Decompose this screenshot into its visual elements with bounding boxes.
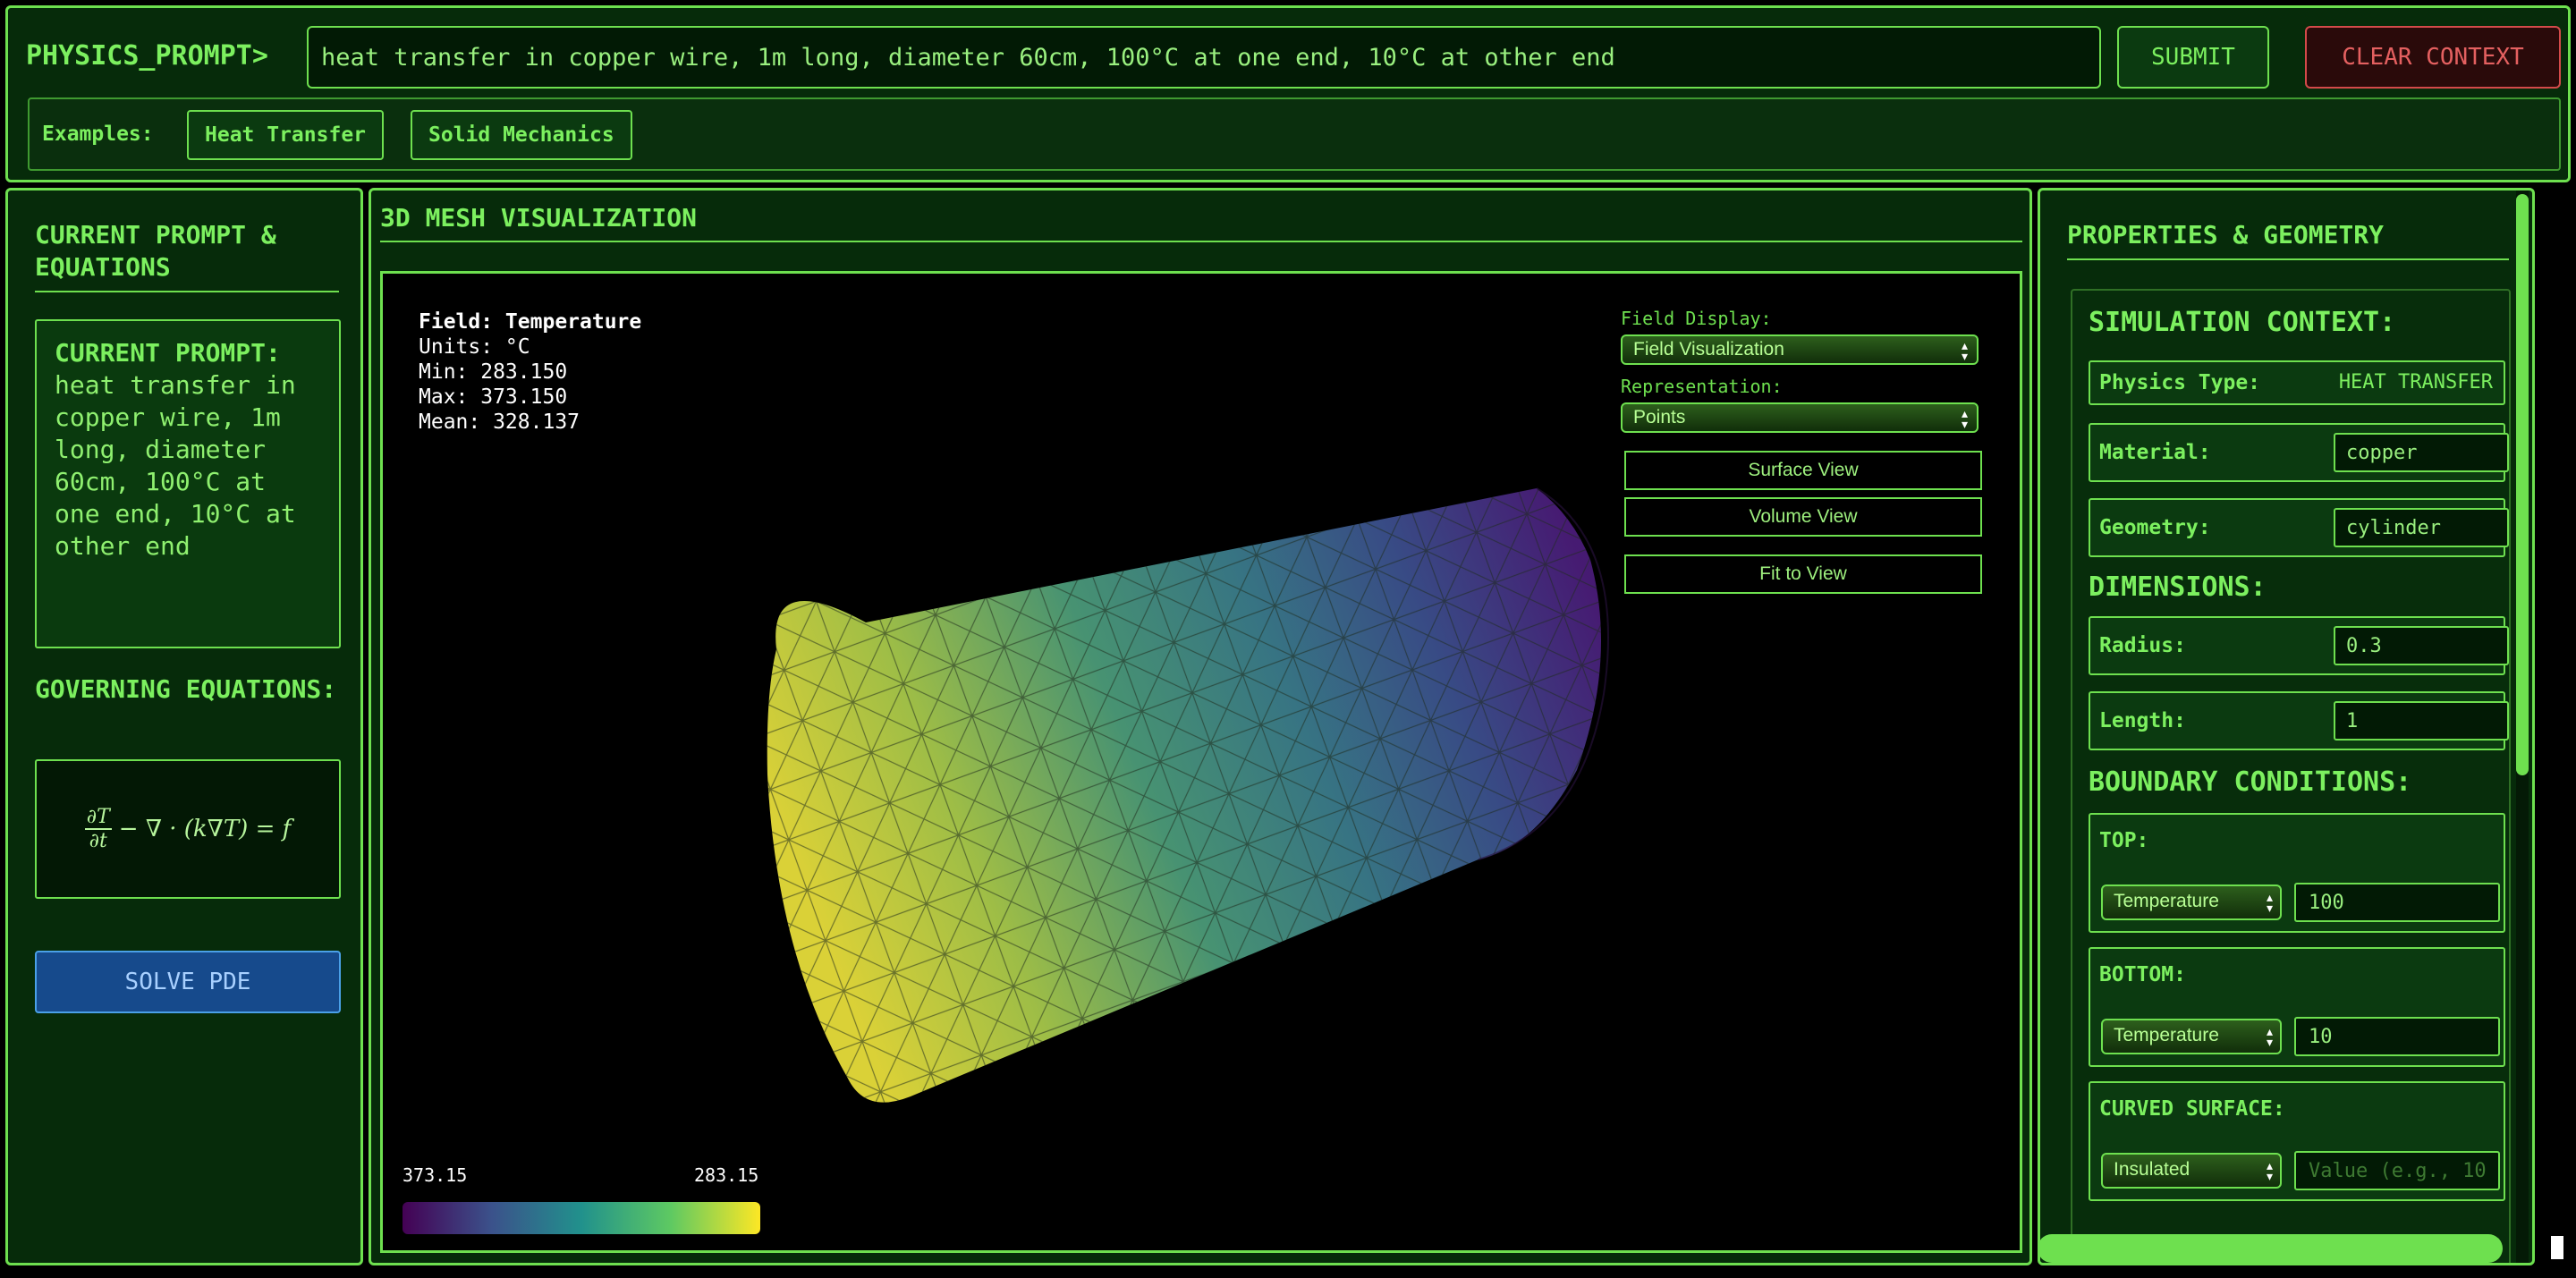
bc-bottom-box: BOTTOM: Temperature ▴ ▾ xyxy=(2089,947,2505,1067)
example-heat-transfer-button[interactable]: Heat Transfer xyxy=(187,110,385,160)
simulation-context-box: SIMULATION CONTEXT: Physics Type: HEAT T… xyxy=(2071,289,2511,1263)
select-arrows-icon: ▴ ▾ xyxy=(1961,338,1968,363)
physics-type-row: Physics Type: HEAT TRANSFER xyxy=(2089,360,2505,405)
bc-top-box: TOP: Temperature ▴ ▾ xyxy=(2089,813,2505,933)
boundary-conditions-heading: BOUNDARY CONDITIONS: xyxy=(2089,766,2412,798)
length-row: Length: xyxy=(2089,691,2509,750)
submit-button[interactable]: SUBMIT xyxy=(2117,26,2269,89)
divider xyxy=(380,241,2022,242)
radius-label: Radius: xyxy=(2099,634,2186,657)
simulation-context-heading: SIMULATION CONTEXT: xyxy=(2089,307,2396,338)
current-prompt-text: heat transfer in copper wire, 1m long, d… xyxy=(55,370,296,561)
solve-pde-button[interactable]: SOLVE PDE xyxy=(35,951,341,1013)
field-max: Max: 373.150 xyxy=(419,385,568,409)
divider xyxy=(2067,258,2509,260)
bc-top-type-select[interactable]: Temperature ▴ ▾ xyxy=(2101,884,2282,920)
radius-input[interactable] xyxy=(2334,626,2509,665)
geometry-row: Geometry: xyxy=(2089,498,2509,557)
select-arrows-icon: ▴ ▾ xyxy=(2266,890,2273,915)
material-input[interactable] xyxy=(2334,433,2509,472)
bc-bottom-value-input[interactable] xyxy=(2294,1017,2500,1056)
bc-curved-type-value: Insulated xyxy=(2114,1159,2190,1180)
field-min: Min: 283.150 xyxy=(419,360,568,384)
material-row: Material: xyxy=(2089,423,2509,482)
top-bar: PHYSICS_PROMPT> SUBMIT CLEAR CONTEXT Exa… xyxy=(5,5,2571,182)
bc-top-label: TOP: xyxy=(2099,829,2149,852)
horizontal-scrollbar-thumb[interactable] xyxy=(2038,1234,2503,1263)
bc-top-value-input[interactable] xyxy=(2294,883,2500,922)
equation-rest: − ∇ · (k∇T) = f xyxy=(118,816,292,842)
right-panel-title: PROPERTIES & GEOMETRY xyxy=(2067,220,2385,250)
field-info: Field: Temperature Units: °C Min: 283.15… xyxy=(419,309,641,435)
surface-view-button[interactable]: Surface View xyxy=(1624,451,1982,490)
physics-type-label: Physics Type: xyxy=(2099,371,2261,394)
examples-bar: Examples: Heat Transfer Solid Mechanics xyxy=(28,97,2561,171)
example-solid-mechanics-button[interactable]: Solid Mechanics xyxy=(411,110,632,160)
current-prompt-box: CURRENT PROMPT: heat transfer in copper … xyxy=(35,319,341,648)
examples-label: Examples: xyxy=(42,123,154,146)
bc-curved-value-input[interactable] xyxy=(2294,1151,2500,1190)
material-label: Material: xyxy=(2099,441,2211,464)
representation-label: Representation: xyxy=(1621,376,1783,397)
equation-fraction: ∂T ∂t xyxy=(84,806,112,852)
bc-bottom-label: BOTTOM: xyxy=(2099,963,2186,986)
horizontal-scrollbar-end[interactable] xyxy=(2551,1236,2563,1259)
equation-box: ∂T ∂t − ∇ · (k∇T) = f xyxy=(35,759,341,899)
current-prompt-label: CURRENT PROMPT: xyxy=(55,338,281,368)
clear-context-button[interactable]: CLEAR CONTEXT xyxy=(2305,26,2561,89)
prompt-label: PHYSICS_PROMPT> xyxy=(26,40,268,72)
field-units: Units: °C xyxy=(419,335,530,359)
bc-bottom-type-value: Temperature xyxy=(2114,1025,2219,1045)
dimensions-heading: DIMENSIONS: xyxy=(2089,571,2267,603)
field-name: Field: Temperature xyxy=(419,310,642,334)
equation-numerator: ∂T xyxy=(84,806,112,830)
right-panel: PROPERTIES & GEOMETRY SIMULATION CONTEXT… xyxy=(2038,188,2535,1265)
field-display-label: Field Display: xyxy=(1621,308,1772,329)
prompt-input[interactable] xyxy=(307,26,2101,89)
select-arrows-icon: ▴ ▾ xyxy=(2266,1158,2273,1183)
divider xyxy=(35,291,339,292)
equation-denominator: ∂t xyxy=(89,830,107,852)
field-display-value: Field Visualization xyxy=(1633,339,1784,360)
field-mean: Mean: 328.137 xyxy=(419,410,580,434)
physics-type-value: HEAT TRANSFER xyxy=(2338,371,2493,394)
colorbar-min-label: 283.15 xyxy=(694,1164,759,1186)
colorbar xyxy=(402,1202,760,1234)
bc-curved-box: CURVED SURFACE: Insulated ▴ ▾ xyxy=(2089,1081,2505,1201)
representation-value: Points xyxy=(1633,407,1686,427)
bc-curved-label: CURVED SURFACE: xyxy=(2099,1097,2285,1121)
left-panel: CURRENT PROMPT & EQUATIONS CURRENT PROMP… xyxy=(5,188,363,1265)
length-label: Length: xyxy=(2099,709,2186,732)
volume-view-button[interactable]: Volume View xyxy=(1624,497,1982,537)
bc-bottom-type-select[interactable]: Temperature ▴ ▾ xyxy=(2101,1019,2282,1054)
select-arrows-icon: ▴ ▾ xyxy=(2266,1024,2273,1049)
left-panel-title: CURRENT PROMPT & EQUATIONS xyxy=(35,220,276,282)
center-panel: 3D MESH VISUALIZATION Field: Temperature… xyxy=(369,188,2032,1265)
field-display-select[interactable]: Field Visualization ▴ ▾ xyxy=(1621,334,1979,365)
radius-row: Radius: xyxy=(2089,616,2509,675)
cylinder-mesh xyxy=(767,487,1609,1103)
colorbar-max-label: 373.15 xyxy=(402,1164,468,1186)
center-panel-title: 3D MESH VISUALIZATION xyxy=(380,203,698,233)
geometry-input[interactable] xyxy=(2334,508,2509,547)
length-input[interactable] xyxy=(2334,701,2509,741)
vertical-scrollbar-thumb[interactable] xyxy=(2516,194,2529,775)
governing-equations-title: GOVERNING EQUATIONS: xyxy=(35,674,337,704)
bc-top-type-value: Temperature xyxy=(2114,891,2219,911)
bc-curved-type-select[interactable]: Insulated ▴ ▾ xyxy=(2101,1153,2282,1189)
representation-select[interactable]: Points ▴ ▾ xyxy=(1621,402,1979,433)
mesh-viewport[interactable]: Field: Temperature Units: °C Min: 283.15… xyxy=(380,271,2022,1253)
geometry-label: Geometry: xyxy=(2099,516,2211,539)
fit-to-view-button[interactable]: Fit to View xyxy=(1624,554,1982,594)
select-arrows-icon: ▴ ▾ xyxy=(1961,406,1968,431)
